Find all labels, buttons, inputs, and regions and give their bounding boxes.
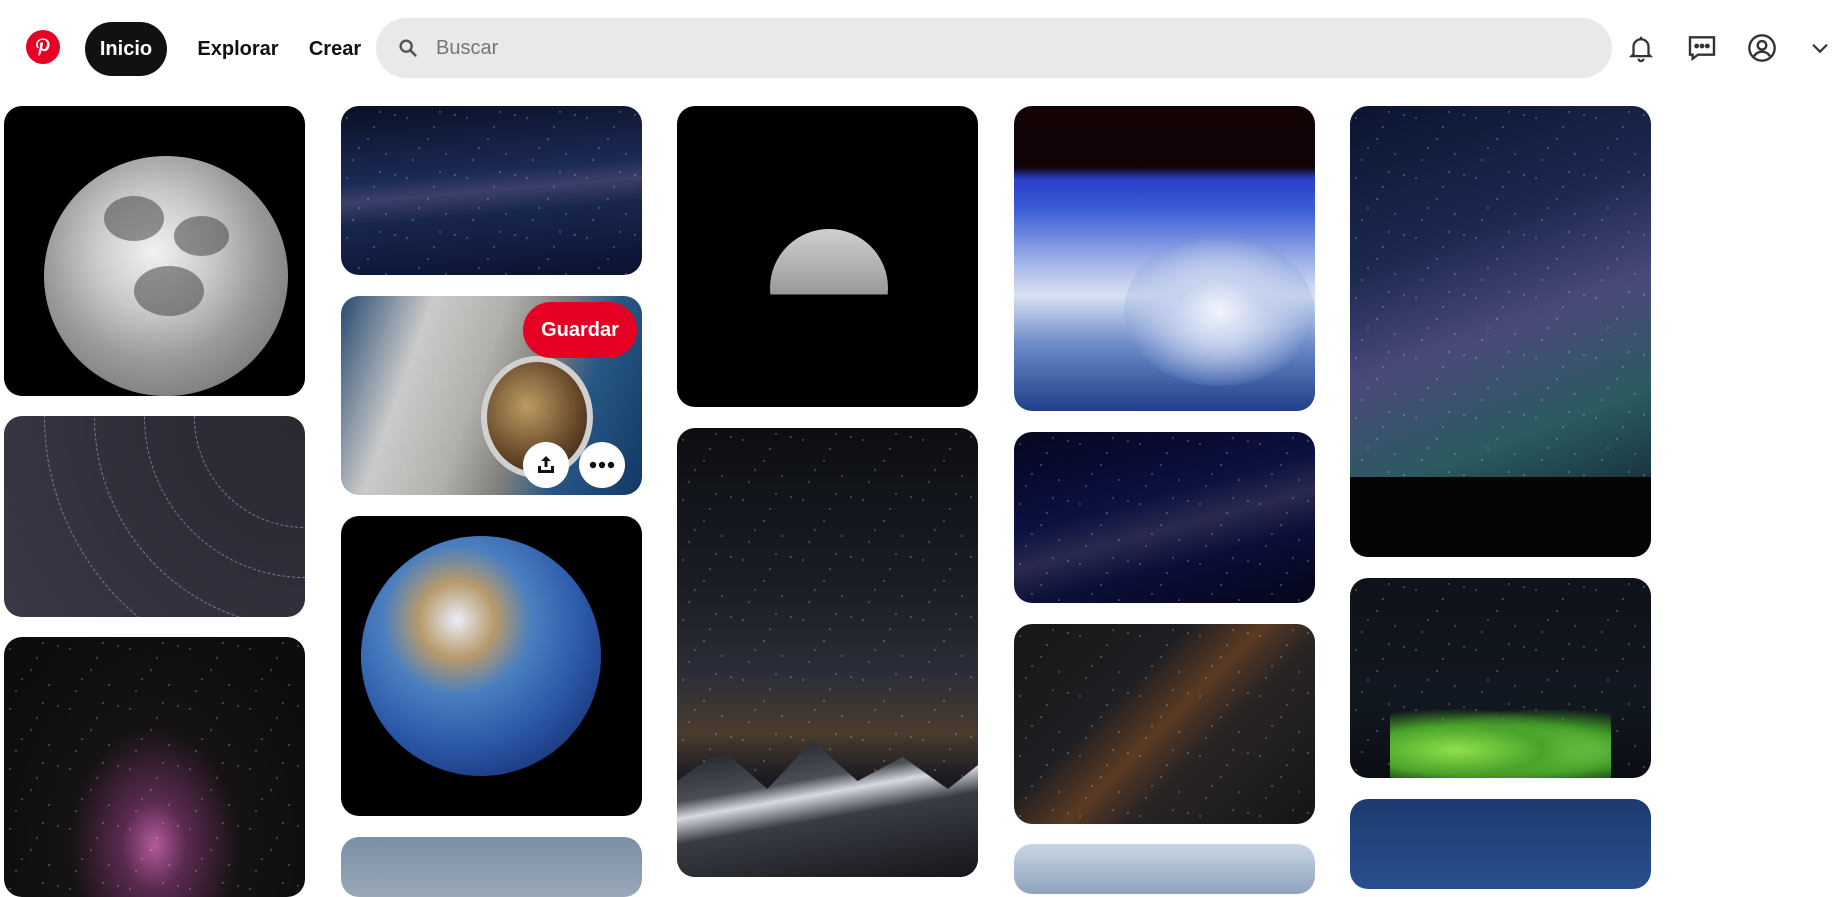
tree-canopy	[1390, 708, 1611, 778]
pin-image-trees-night-sky[interactable]	[1350, 578, 1651, 778]
pin-image-hurricane-from-orbit[interactable]	[1014, 106, 1315, 411]
pin-image-milky-way-aurora[interactable]	[1350, 106, 1651, 557]
half-moon-disc	[770, 229, 888, 347]
top-navigation-bar: Inicio Explorar Crear	[0, 0, 1842, 82]
nav-create-button[interactable]: Crear	[300, 22, 370, 76]
pin-image-star-trails[interactable]	[4, 416, 305, 617]
nav-home-button[interactable]: Inicio	[85, 22, 167, 76]
pinterest-p-glyph	[36, 38, 50, 57]
user-icon[interactable]	[1738, 24, 1786, 72]
earth-globe	[361, 536, 601, 776]
pin-image-space-station[interactable]	[1014, 844, 1315, 894]
pin-image-milky-way-mountains[interactable]	[677, 428, 978, 877]
share-icon	[538, 456, 554, 473]
hurricane-swirl	[1124, 236, 1314, 386]
search-input[interactable]	[434, 27, 1588, 69]
pin-image-orange-milky-way[interactable]	[1014, 624, 1315, 824]
pin-image-earth-globe[interactable]	[341, 516, 642, 816]
chevron-down-icon[interactable]	[1800, 24, 1840, 72]
pinterest-logo-icon[interactable]	[26, 30, 60, 64]
nav-explore-button[interactable]: Explorar	[186, 22, 290, 76]
share-button[interactable]	[523, 442, 569, 488]
pin-image-astronaut[interactable]: Guardar	[341, 296, 642, 495]
pin-image-full-moon[interactable]	[4, 106, 305, 396]
horizon-silhouette	[1350, 477, 1651, 557]
pin-image-telescope[interactable]	[1350, 799, 1651, 889]
moon-disc	[44, 156, 288, 396]
bell-icon[interactable]	[1617, 24, 1665, 72]
more-icon	[589, 461, 615, 469]
pin-image-milky-way-band[interactable]	[341, 106, 642, 275]
search-bar[interactable]	[376, 18, 1612, 78]
pin-image-moon-and-milky-way[interactable]	[1014, 432, 1315, 603]
pin-image-orion-nebula[interactable]	[4, 637, 305, 897]
search-icon	[394, 34, 422, 62]
more-options-button[interactable]	[579, 442, 625, 488]
pin-image-shuttle-launch[interactable]	[341, 837, 642, 897]
save-button[interactable]: Guardar	[523, 302, 637, 358]
message-icon[interactable]	[1678, 24, 1726, 72]
pin-image-half-moon[interactable]	[677, 106, 978, 407]
